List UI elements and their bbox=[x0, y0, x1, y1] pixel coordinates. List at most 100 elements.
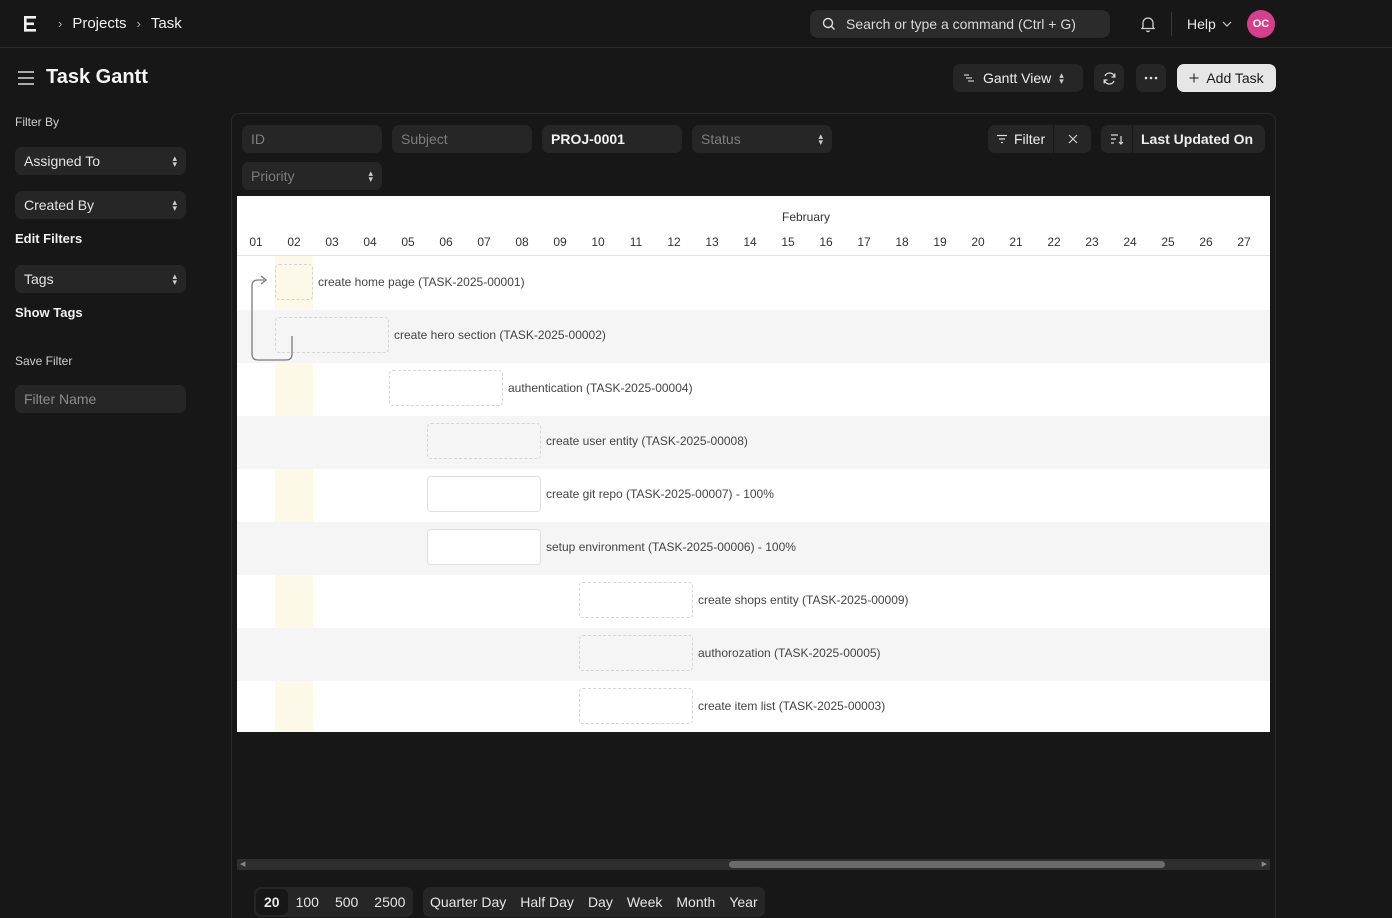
page-size-2500[interactable]: 2500 bbox=[366, 894, 413, 910]
gantt-day-label: 13 bbox=[705, 235, 719, 249]
help-label: Help bbox=[1187, 16, 1216, 32]
gantt-task-bar[interactable] bbox=[389, 370, 503, 406]
gantt-task-label: create shops entity (TASK-2025-00009) bbox=[698, 593, 909, 607]
subject-filter-placeholder: Subject bbox=[401, 131, 448, 147]
horizontal-scrollbar[interactable]: ◀ ▶ bbox=[237, 859, 1270, 870]
refresh-button[interactable] bbox=[1094, 64, 1124, 92]
gantt-day-label: 27 bbox=[1237, 235, 1251, 249]
created-by-select[interactable]: Created By ▴ ▾ bbox=[15, 191, 186, 219]
assigned-to-select[interactable]: Assigned To ▴ ▾ bbox=[15, 147, 186, 175]
more-options-button[interactable] bbox=[1136, 64, 1166, 92]
add-task-button[interactable]: Add Task bbox=[1177, 64, 1276, 92]
gantt-task-label: setup environment (TASK-2025-00006) - 10… bbox=[546, 540, 796, 554]
gantt-day-label: 24 bbox=[1123, 235, 1137, 249]
notification-bell-icon[interactable] bbox=[1138, 14, 1158, 34]
filter-icon bbox=[997, 134, 1007, 144]
gantt-task-bar[interactable] bbox=[427, 423, 541, 459]
gantt-day-label: 20 bbox=[971, 235, 985, 249]
sort-direction-button[interactable] bbox=[1101, 125, 1133, 153]
id-filter-placeholder: ID bbox=[251, 131, 265, 147]
page-size-selector: 20 100 500 2500 bbox=[254, 887, 414, 917]
assigned-to-label: Assigned To bbox=[24, 153, 101, 169]
gantt-task-label: create git repo (TASK-2025-00007) - 100% bbox=[546, 487, 774, 501]
filter-button[interactable]: Filter bbox=[988, 125, 1055, 153]
status-filter-select[interactable]: Status ▴ ▾ bbox=[692, 125, 832, 153]
save-filter-label: Save Filter bbox=[15, 354, 73, 368]
priority-filter-placeholder: Priority bbox=[251, 168, 295, 184]
gantt-task-bar[interactable] bbox=[579, 688, 693, 724]
view-switcher-label: Gantt View bbox=[983, 70, 1052, 86]
gantt-task-bar[interactable] bbox=[579, 582, 693, 618]
filter-by-label: Filter By bbox=[15, 115, 60, 129]
gantt-row bbox=[237, 416, 1270, 469]
gantt-task-bar[interactable] bbox=[579, 635, 693, 671]
gantt-task-bar[interactable] bbox=[427, 529, 541, 565]
gantt-day-label: 21 bbox=[1009, 235, 1023, 249]
page-size-100[interactable]: 100 bbox=[288, 894, 327, 910]
gantt-day-label: 10 bbox=[591, 235, 605, 249]
sort-field-label[interactable]: Last Updated On bbox=[1133, 131, 1253, 147]
scrollbar-thumb[interactable] bbox=[729, 861, 1165, 868]
app-logo-icon[interactable] bbox=[22, 13, 40, 35]
gantt-day-label: 02 bbox=[287, 235, 301, 249]
select-arrows-icon: ▴ ▾ bbox=[1059, 70, 1064, 86]
view-switcher[interactable]: Gantt View ▴ ▾ bbox=[953, 64, 1083, 92]
gantt-task-label: authorozation (TASK-2025-00005) bbox=[698, 646, 881, 660]
priority-filter-select[interactable]: Priority ▴ ▾ bbox=[242, 162, 382, 190]
gantt-task-bar[interactable] bbox=[427, 476, 541, 512]
gantt-day-label: 08 bbox=[515, 235, 529, 249]
clear-filter-button[interactable] bbox=[1054, 125, 1091, 153]
page-size-500[interactable]: 500 bbox=[327, 894, 366, 910]
scroll-left-icon[interactable]: ◀ bbox=[240, 860, 245, 868]
breadcrumb-projects[interactable]: Projects bbox=[72, 15, 126, 32]
status-filter-placeholder: Status bbox=[701, 131, 741, 147]
gantt-chart: create home page (TASK-2025-00001) create… bbox=[237, 196, 1270, 732]
breadcrumb: › Projects › Task bbox=[58, 15, 182, 32]
view-mode-half-day[interactable]: Half Day bbox=[513, 894, 581, 910]
sort-button-group: Last Updated On bbox=[1101, 125, 1265, 153]
view-mode-year[interactable]: Year bbox=[722, 894, 764, 910]
edit-filters-link[interactable]: Edit Filters bbox=[15, 231, 82, 246]
gantt-header: February 01 02 03 04 05 06 07 08 09 10 11 12 13 14 15 1… bbox=[237, 196, 1270, 256]
gantt-day-label: 22 bbox=[1047, 235, 1061, 249]
view-mode-week[interactable]: Week bbox=[620, 894, 670, 910]
search-input[interactable]: Search or type a command (Ctrl + G) bbox=[810, 10, 1110, 38]
select-arrows-icon: ▴ ▾ bbox=[172, 197, 177, 213]
tags-select[interactable]: Tags ▴ ▾ bbox=[15, 265, 186, 293]
help-menu[interactable]: Help bbox=[1187, 16, 1232, 32]
project-filter-input[interactable]: PROJ-0001 bbox=[542, 125, 682, 153]
avatar[interactable]: OC bbox=[1247, 10, 1275, 38]
gantt-day-label: 14 bbox=[743, 235, 757, 249]
gantt-day-label: 04 bbox=[363, 235, 377, 249]
sidebar-toggle-icon[interactable] bbox=[17, 70, 35, 86]
created-by-label: Created By bbox=[24, 197, 95, 213]
filter-name-input[interactable]: Filter Name bbox=[15, 385, 186, 413]
gantt-day-label: 25 bbox=[1161, 235, 1175, 249]
search-icon bbox=[822, 17, 835, 30]
view-mode-month[interactable]: Month bbox=[669, 894, 722, 910]
view-mode-quarter-day[interactable]: Quarter Day bbox=[423, 894, 513, 910]
gantt-day-label: 05 bbox=[401, 235, 415, 249]
chevron-right-icon: › bbox=[136, 16, 141, 31]
gantt-month-label: February bbox=[782, 210, 831, 224]
gantt-day-label: 01 bbox=[249, 235, 263, 249]
select-arrows-icon: ▴ ▾ bbox=[818, 131, 823, 147]
chevron-right-icon: › bbox=[58, 16, 63, 31]
subject-filter-input[interactable]: Subject bbox=[392, 125, 532, 153]
chevron-down-icon bbox=[1222, 21, 1232, 27]
page-size-20[interactable]: 20 bbox=[256, 889, 288, 915]
gantt-day-label: 23 bbox=[1085, 235, 1099, 249]
breadcrumb-task[interactable]: Task bbox=[151, 15, 182, 32]
gantt-day-label: 11 bbox=[629, 235, 643, 249]
view-mode-day[interactable]: Day bbox=[581, 894, 620, 910]
id-filter-input[interactable]: ID bbox=[242, 125, 382, 153]
page-title: Task Gantt bbox=[46, 66, 148, 88]
show-tags-link[interactable]: Show Tags bbox=[15, 305, 83, 320]
gantt-day-label: 06 bbox=[439, 235, 453, 249]
scroll-right-icon[interactable]: ▶ bbox=[1262, 860, 1267, 868]
gantt-day-label: 03 bbox=[325, 235, 339, 249]
gantt-day-label: 07 bbox=[477, 235, 491, 249]
gantt-task-label: create user entity (TASK-2025-00008) bbox=[546, 434, 748, 448]
filter-button-group: Filter bbox=[988, 125, 1091, 153]
search-placeholder: Search or type a command (Ctrl + G) bbox=[846, 16, 1076, 32]
